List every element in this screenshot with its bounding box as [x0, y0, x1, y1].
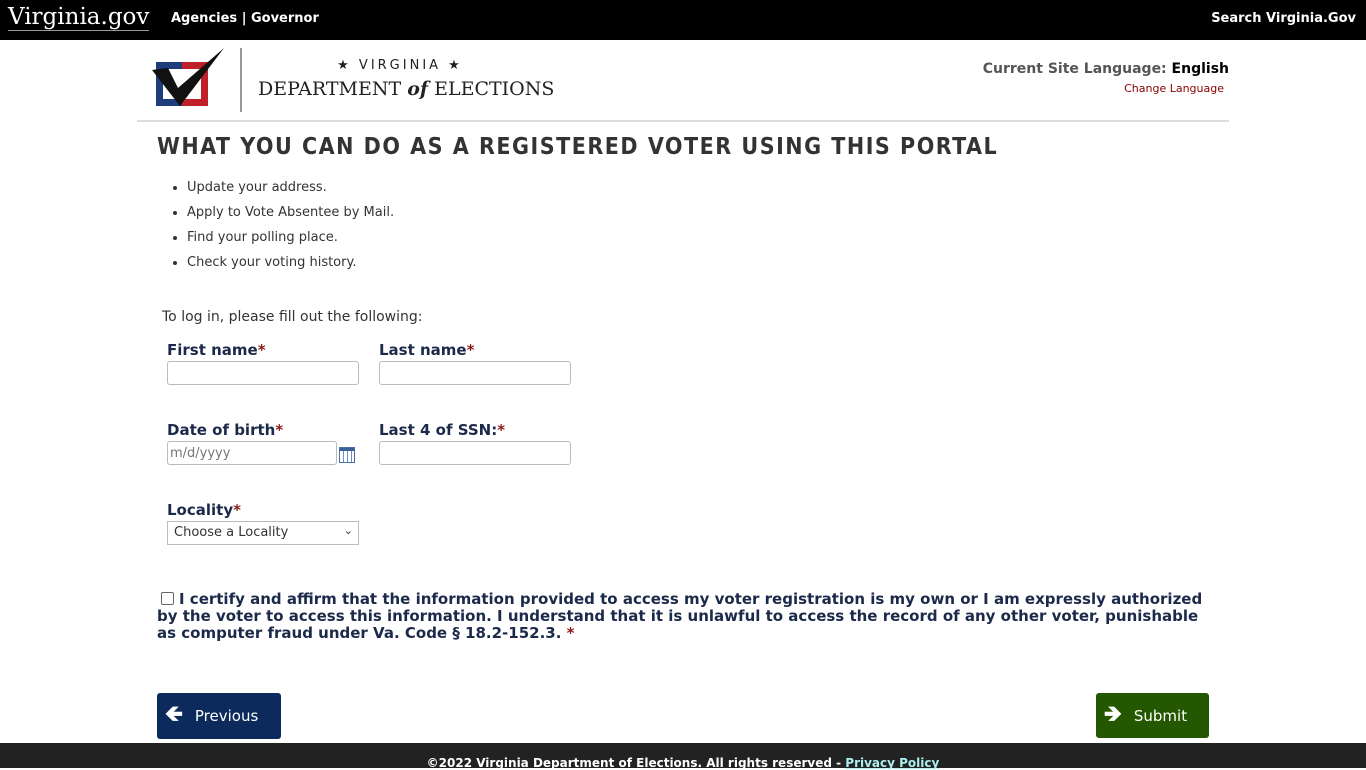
header-divider [137, 120, 1229, 122]
ssn-input[interactable] [379, 441, 571, 465]
first-name-label: First name* [167, 341, 266, 359]
submit-button[interactable]: 🡺 Submit [1096, 693, 1209, 738]
last-name-input[interactable] [379, 361, 571, 385]
list-item: Apply to Vote Absentee by Mail. [187, 205, 394, 230]
footer: ©2022 Virginia Department of Elections. … [0, 743, 1366, 770]
change-language-link[interactable]: Change Language [1124, 82, 1224, 95]
list-item: Find your polling place. [187, 230, 394, 255]
locality-select[interactable]: Choose a Locality ⌄ [167, 521, 359, 545]
locality-label: Locality* [167, 501, 241, 519]
list-item: Update your address. [187, 180, 394, 205]
certify-checkbox[interactable] [161, 592, 174, 605]
arrow-left-icon: 🡸 [165, 702, 183, 727]
elections-logo[interactable]: ★ VIRGINIA ★ DEPARTMENT of ELECTIONS [150, 46, 554, 114]
top-bar: Virginia.gov Agencies | Governor Search … [0, 0, 1366, 40]
logo-divider [240, 48, 242, 112]
calendar-icon[interactable] [339, 447, 355, 463]
login-intro: To log in, please fill out the following… [162, 309, 423, 325]
dob-input[interactable] [167, 441, 337, 465]
separator: | [241, 11, 247, 26]
agencies-link[interactable]: Agencies [171, 11, 237, 26]
logo-virginia: ★ VIRGINIA ★ [337, 58, 463, 73]
dob-label: Date of birth* [167, 421, 284, 439]
arrow-right-icon: 🡺 [1104, 701, 1122, 727]
page-title: WHAT YOU CAN DO AS A REGISTERED VOTER US… [157, 134, 999, 160]
virginia-gov-logo[interactable]: Virginia.gov [8, 4, 150, 31]
current-language: Current Site Language: English [982, 61, 1229, 77]
previous-button[interactable]: 🡸 Previous [157, 693, 281, 739]
top-links: Agencies | Governor [171, 11, 319, 26]
search-virginia-link[interactable]: Search Virginia.Gov [1211, 11, 1356, 26]
logo-department: DEPARTMENT of ELECTIONS [258, 78, 555, 100]
ssn-label: Last 4 of SSN:* [379, 421, 506, 439]
feature-list: Update your address. Apply to Vote Absen… [187, 180, 394, 280]
list-item: Check your voting history. [187, 255, 394, 280]
chevron-down-icon: ⌄ [343, 524, 353, 537]
last-name-label: Last name* [379, 341, 475, 359]
certify-statement: I certify and affirm that the informatio… [157, 590, 1203, 642]
first-name-input[interactable] [167, 361, 359, 385]
governor-link[interactable]: Governor [251, 11, 319, 26]
checkbox-logo-icon [152, 48, 224, 106]
